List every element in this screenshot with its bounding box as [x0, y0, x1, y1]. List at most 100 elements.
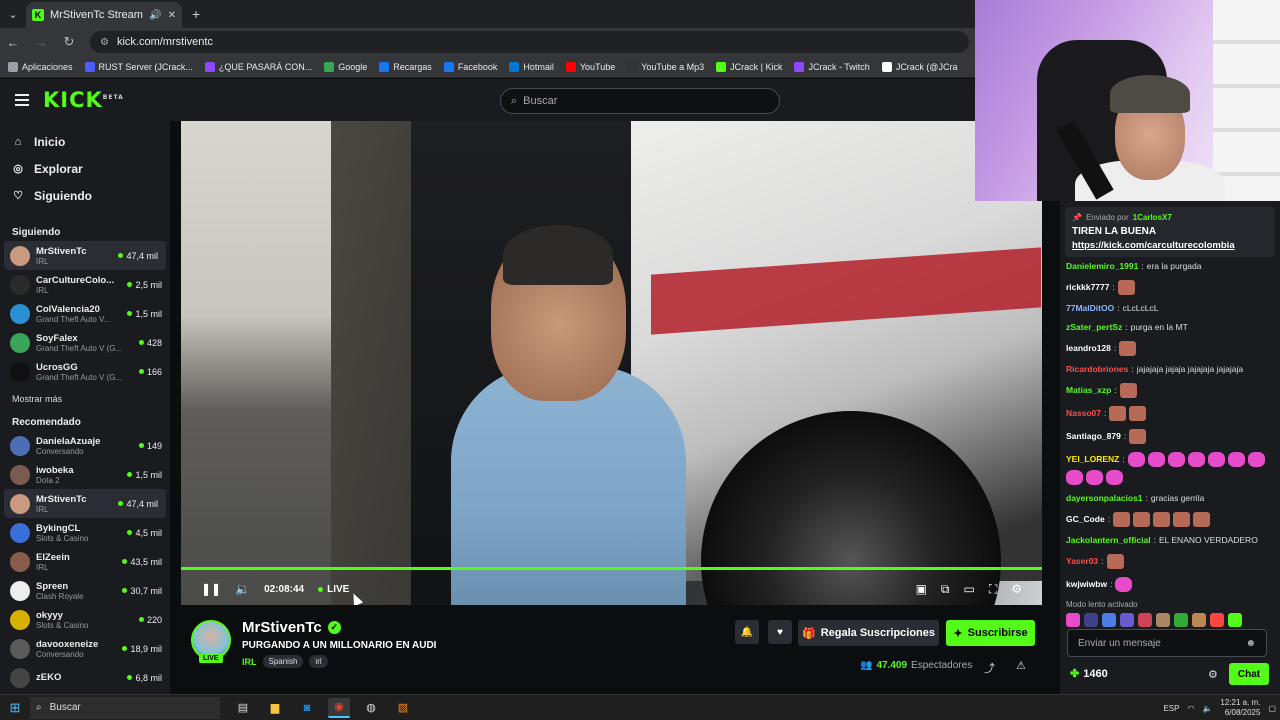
- chat-username[interactable]: leandro128: [1066, 343, 1111, 354]
- emote-picker-icon[interactable]: [1066, 613, 1080, 627]
- sidebar-channel[interactable]: okyyy Slots & Casino 220: [0, 605, 170, 634]
- notifications-bell-icon[interactable]: 🔔: [735, 620, 759, 644]
- sidebar-channel[interactable]: ElZeein IRL 43,5 mil: [0, 547, 170, 576]
- bookmark-item[interactable]: JCrack (@JCra: [881, 61, 957, 72]
- menu-icon[interactable]: [15, 94, 29, 106]
- share-icon[interactable]: ⤴: [984, 660, 995, 676]
- sidebar-channel[interactable]: BykingCL Slots & Casino 4,5 mil: [0, 518, 170, 547]
- chat-username[interactable]: Danielemiro_1991: [1066, 261, 1138, 272]
- emoji-icon[interactable]: ☻: [1245, 638, 1256, 649]
- chat-username[interactable]: Jackolantern_official: [1066, 535, 1151, 546]
- file-explorer-icon[interactable]: ▆: [264, 698, 286, 718]
- stream-category[interactable]: IRL: [242, 657, 257, 667]
- sidebar-channel[interactable]: MrStivenTc IRL 47,4 mil: [4, 489, 166, 518]
- new-tab-icon[interactable]: +: [192, 6, 200, 22]
- notifications-icon[interactable]: ▢: [1268, 704, 1276, 713]
- tab-search-icon[interactable]: ⌄: [0, 4, 26, 24]
- taskbar-search[interactable]: ⌕ Buscar: [30, 696, 220, 719]
- sidebar-channel[interactable]: MrStivenTc IRL 47,4 mil: [4, 241, 166, 270]
- emote-picker-icon[interactable]: [1084, 613, 1098, 627]
- fullscreen-icon[interactable]: ⛶: [989, 582, 997, 597]
- bookmark-item[interactable]: Facebook: [443, 61, 497, 72]
- chat-username[interactable]: zSater_pertSz: [1066, 322, 1122, 333]
- report-icon[interactable]: ⚠: [1016, 659, 1026, 672]
- emote-picker-icon[interactable]: [1102, 613, 1116, 627]
- streamer-name[interactable]: MrStivenTc ✓: [242, 619, 341, 636]
- task-view-icon[interactable]: ▤: [232, 698, 254, 718]
- chat-username[interactable]: YEI_LORENZ: [1066, 454, 1119, 465]
- emote-picker-icon[interactable]: [1228, 613, 1242, 627]
- sidebar-channel[interactable]: UcrosGG Grand Theft Auto V (G... 166: [0, 357, 170, 386]
- sidebar-channel[interactable]: zEKO 6,8 mil: [0, 663, 170, 692]
- reload-icon[interactable]: ↻: [62, 34, 76, 50]
- sidebar-channel[interactable]: Spreen Clash Royale 30,7 mil: [0, 576, 170, 605]
- windows-start-icon[interactable]: ⊞: [0, 700, 30, 716]
- chat-username[interactable]: rickkk7777: [1066, 282, 1110, 293]
- chrome-icon[interactable]: ◉: [328, 697, 350, 718]
- wifi-icon[interactable]: ◠: [1187, 704, 1194, 713]
- bookmark-item[interactable]: JCrack - Twitch: [794, 61, 870, 72]
- chat-username[interactable]: Ricardobriones: [1066, 364, 1128, 375]
- chat-username[interactable]: Matias_xzp: [1066, 385, 1111, 396]
- progress-bar[interactable]: [181, 567, 1042, 570]
- sidebar-channel[interactable]: DanielaAzuaje Conversando 149: [0, 431, 170, 460]
- site-info-icon[interactable]: ⚙: [100, 37, 109, 48]
- pinned-by-user[interactable]: 1CarlosX7: [1133, 213, 1172, 222]
- pinned-link[interactable]: https://kick.com/carculturecolombia: [1072, 240, 1268, 251]
- emote-picker-icon[interactable]: [1138, 613, 1152, 627]
- pause-icon[interactable]: ❚❚: [201, 582, 221, 596]
- close-tab-icon[interactable]: ✕: [168, 10, 176, 21]
- app-orange-icon[interactable]: ▧: [392, 698, 414, 718]
- tag-chip[interactable]: irl: [309, 655, 328, 668]
- bookmark-item[interactable]: Google: [324, 61, 367, 72]
- clip-icon[interactable]: ⧉: [941, 582, 950, 597]
- chat-settings-icon[interactable]: ⚙: [1208, 668, 1218, 681]
- chat-username[interactable]: dayersonpalacios1: [1066, 493, 1143, 504]
- bookmark-item[interactable]: YouTube a Mp3: [627, 61, 704, 72]
- language-indicator[interactable]: ESP: [1163, 704, 1179, 713]
- volume-tray-icon[interactable]: 🔈: [1202, 704, 1212, 713]
- bookmark-item[interactable]: Hotmail: [509, 61, 554, 72]
- bookmark-item[interactable]: Recargas: [379, 61, 432, 72]
- settings-icon[interactable]: ⚙: [1011, 582, 1022, 596]
- bookmark-item[interactable]: YouTube: [565, 61, 615, 72]
- speaker-icon[interactable]: 🔊: [149, 10, 161, 21]
- bookmark-item[interactable]: RUST Server (JCrack...: [84, 61, 193, 72]
- chat-username[interactable]: Santiago_879: [1066, 431, 1121, 442]
- back-icon[interactable]: ←: [6, 35, 20, 50]
- browser-tab-active[interactable]: K MrStivenTc Stream - Watch 🔊 ✕: [26, 2, 182, 28]
- video-player[interactable]: ❚❚ 🔉 02:08:44 LIVE ▣ ⧉ ▭ ⛶ ⚙: [181, 121, 1042, 605]
- chat-username[interactable]: kwjwiwbw: [1066, 579, 1107, 590]
- gift-subs-button[interactable]: 🎁 Regala Suscripciones: [798, 620, 939, 646]
- chat-send-button[interactable]: Chat: [1229, 663, 1269, 685]
- sidebar-channel[interactable]: davooxeneize Conversando 18,9 mil: [0, 634, 170, 663]
- nav-item-explorar[interactable]: ◎ Explorar: [0, 155, 170, 182]
- sidebar-channel[interactable]: ColValencia20 Grand Theft Auto V... 1,5 mi…: [0, 299, 170, 328]
- nav-item-siguiendo[interactable]: ♡ Siguiendo: [0, 182, 170, 209]
- tag-chip[interactable]: Spanish: [262, 655, 304, 668]
- chat-username[interactable]: Nasso07: [1066, 408, 1101, 419]
- emote-picker-icon[interactable]: [1192, 613, 1206, 627]
- bookmark-item[interactable]: ¿QUE PASARÁ CON...: [204, 61, 312, 72]
- channel-points[interactable]: ✤ 1460: [1070, 667, 1108, 681]
- search-input[interactable]: ⌕ Buscar: [500, 88, 780, 114]
- pinned-message[interactable]: 📌 Enviado por 1CarlosX7 TIREN LA BUENA h…: [1065, 207, 1275, 257]
- emote-picker-icon[interactable]: [1174, 613, 1188, 627]
- emote-picker-icon[interactable]: [1156, 613, 1170, 627]
- chat-username[interactable]: 77MalDitOO: [1066, 303, 1114, 314]
- bookmark-item[interactable]: Aplicaciones: [8, 61, 73, 72]
- miniplayer-icon[interactable]: ▣: [916, 582, 927, 596]
- forward-icon[interactable]: →: [34, 35, 48, 50]
- obs-icon[interactable]: ◍: [360, 698, 382, 718]
- sidebar-channel[interactable]: iwobeka Dota 2 1,5 mil: [0, 460, 170, 489]
- chat-username[interactable]: GC_Code: [1066, 514, 1105, 525]
- url-field[interactable]: ⚙ kick.com/mrstiventc: [90, 31, 969, 53]
- volume-icon[interactable]: 🔉: [235, 582, 250, 596]
- outlook-icon[interactable]: ◙: [296, 698, 318, 718]
- emote-picker-icon[interactable]: [1210, 613, 1224, 627]
- follow-heart-icon[interactable]: ♥: [768, 620, 792, 644]
- sidebar-channel[interactable]: SoyFalex Grand Theft Auto V (G... 428: [0, 328, 170, 357]
- subscribe-button[interactable]: ✦ Suscribirse: [946, 620, 1035, 646]
- sidebar-channel[interactable]: CarCultureColo... IRL 2,5 mil: [0, 270, 170, 299]
- theater-mode-icon[interactable]: ▭: [963, 582, 974, 596]
